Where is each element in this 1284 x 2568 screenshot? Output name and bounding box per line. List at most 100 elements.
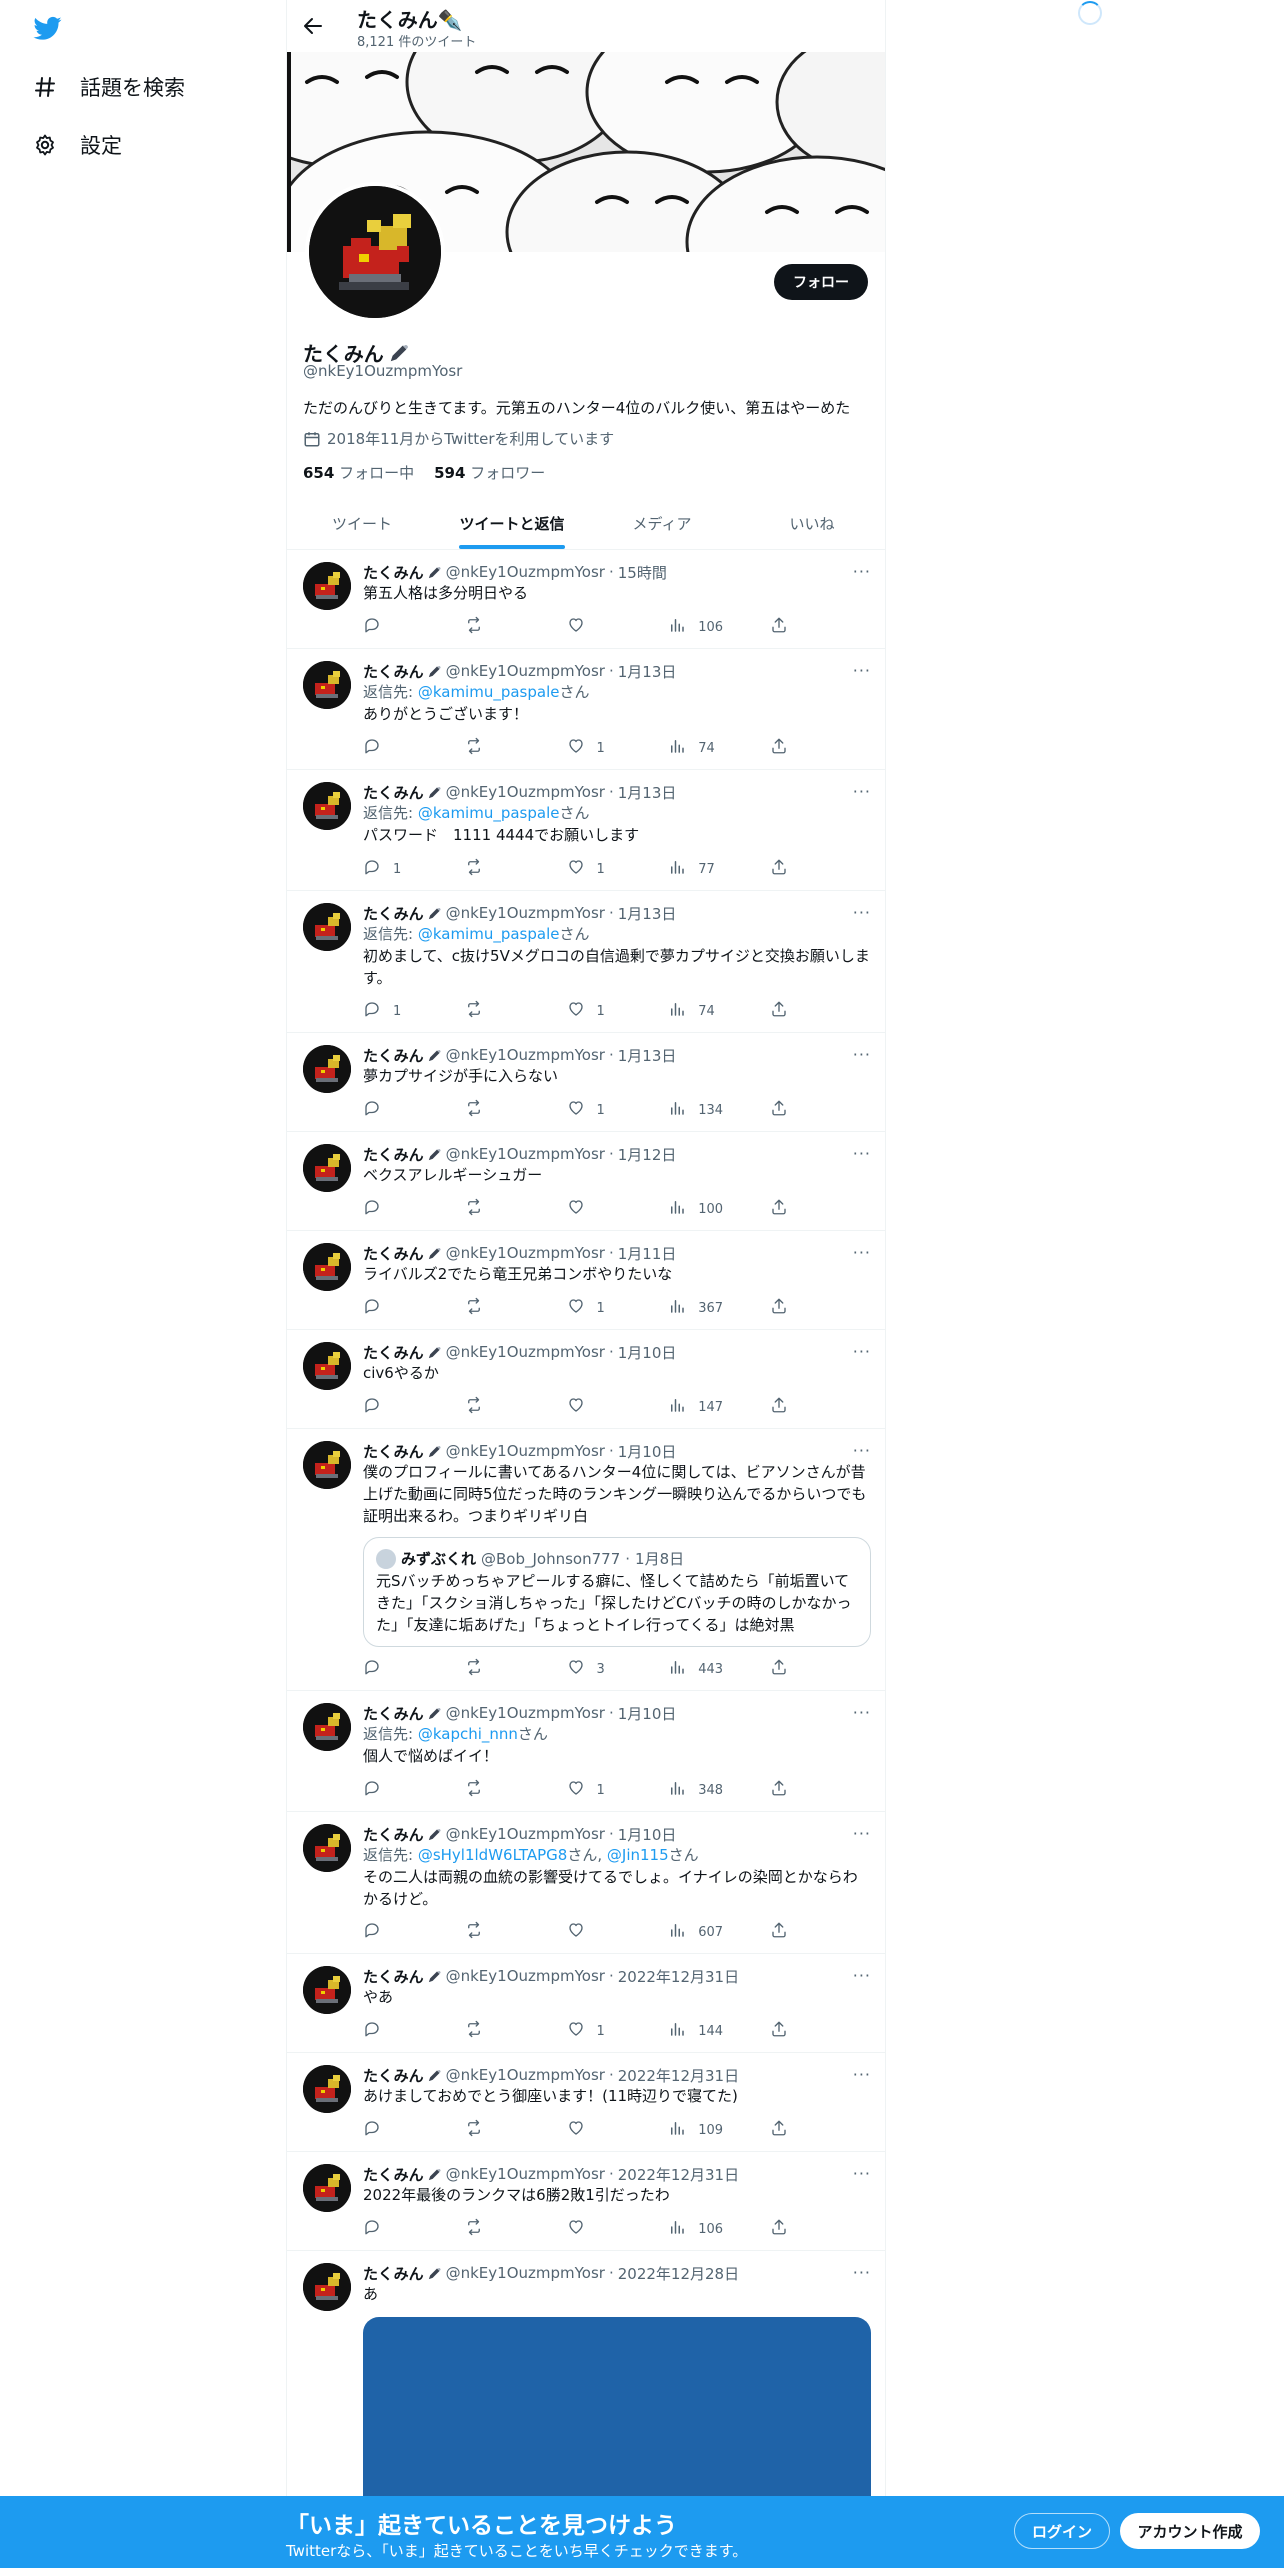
share-button[interactable] [770,738,788,758]
tab-media[interactable]: メディア [587,498,737,549]
tweet-avatar[interactable] [303,1966,351,2014]
retweet-button[interactable] [465,616,535,637]
nav-settings[interactable]: 設定 [32,130,122,160]
tweet-avatar[interactable] [303,1441,351,1489]
like-button[interactable] [567,2219,637,2239]
twitter-bird-icon[interactable] [32,14,64,42]
views-button[interactable]: 77 [668,859,738,879]
tweet-avatar[interactable] [303,1045,351,1093]
views-button[interactable]: 74 [668,738,738,758]
more-options-icon[interactable]: ··· [853,1703,871,1722]
tweet-author-handle[interactable]: @nkEy1OuzmpmYosr [446,904,605,922]
like-button[interactable] [567,2120,637,2140]
tweet-time[interactable]: 1月10日 [618,1703,677,1724]
reply-button[interactable]: 1 [363,1001,433,1021]
tweet-avatar[interactable] [303,2263,351,2311]
nav-explore[interactable]: 話題を検索 [32,72,185,102]
tweet-author-name[interactable]: たくみん [363,2065,424,2086]
tweet-time[interactable]: 1月10日 [618,1824,677,1845]
tweet-author-name[interactable]: たくみん [363,1144,424,1165]
reply-button[interactable] [363,738,433,758]
reply-button[interactable] [363,1298,433,1318]
like-button[interactable]: 1 [567,1780,637,1800]
quoted-tweet[interactable]: みずぶくれ @Bob_Johnson777 · 1月8日 元Sバッチめっちゃアピールする… [363,1537,871,1647]
tweet-author-name[interactable]: たくみん [363,1441,424,1462]
tweet-author-name[interactable]: たくみん [363,1243,424,1264]
tweet-time[interactable]: 1月13日 [618,661,677,682]
retweet-button[interactable] [465,858,535,879]
share-button[interactable] [770,1659,788,1679]
share-button[interactable] [770,2120,788,2140]
tweet[interactable]: たくみん @nkEy1OuzmpmYosr · 1月11日 ··· ライバルズ2でたら竜王… [287,1231,885,1330]
more-options-icon[interactable]: ··· [853,782,871,801]
more-options-icon[interactable]: ··· [853,1824,871,1843]
more-options-icon[interactable]: ··· [853,1243,871,1262]
reply-button[interactable] [363,2120,433,2140]
views-button[interactable]: 134 [668,1100,738,1120]
share-button[interactable] [770,1780,788,1800]
tweet[interactable]: たくみん @nkEy1OuzmpmYosr · 1月12日 ··· ベクスアレルギーシュガ… [287,1132,885,1231]
tweet-avatar[interactable] [303,661,351,709]
like-button[interactable]: 1 [567,859,637,879]
tweet-author-handle[interactable]: @nkEy1OuzmpmYosr [446,1967,605,1985]
views-button[interactable]: 367 [668,1298,738,1318]
tab-tweets[interactable]: ツイート [287,498,437,549]
tweet-author-name[interactable]: たくみん [363,903,424,924]
tweet-author-name[interactable]: たくみん [363,1824,424,1845]
retweet-button[interactable] [465,1297,535,1318]
reply-button[interactable] [363,1397,433,1417]
tweet[interactable]: たくみん @nkEy1OuzmpmYosr · 1月10日 ··· 返信先: @sHyl1… [287,1812,885,1954]
like-button[interactable] [567,617,637,637]
tweet-time[interactable]: 2022年12月31日 [618,2164,739,2185]
reply-mention[interactable]: @sHyl1ldW6LTAPG8 [418,1846,568,1864]
tab-likes[interactable]: いいね [737,498,885,549]
share-button[interactable] [770,1298,788,1318]
reply-button[interactable] [363,2219,433,2239]
tweet-author-handle[interactable]: @nkEy1OuzmpmYosr [446,1244,605,1262]
tweet-author-handle[interactable]: @nkEy1OuzmpmYosr [446,2264,605,2282]
retweet-button[interactable] [465,1921,535,1942]
more-options-icon[interactable]: ··· [853,1342,871,1361]
views-button[interactable]: 443 [668,1659,738,1679]
tweet-time[interactable]: 1月13日 [618,903,677,924]
reply-button[interactable] [363,1922,433,1942]
tweet-avatar[interactable] [303,1703,351,1751]
retweet-button[interactable] [465,1099,535,1120]
like-button[interactable]: 1 [567,1100,637,1120]
tweet-author-handle[interactable]: @nkEy1OuzmpmYosr [446,563,605,581]
tab-tweets-and-replies[interactable]: ツイートと返信 [437,498,587,549]
tweet-author-name[interactable]: たくみん [363,1045,424,1066]
like-button[interactable]: 1 [567,1001,637,1021]
like-button[interactable]: 1 [567,2021,637,2041]
retweet-button[interactable] [465,2119,535,2140]
share-button[interactable] [770,1397,788,1417]
retweet-button[interactable] [465,1000,535,1021]
views-button[interactable]: 109 [668,2120,738,2140]
profile-avatar[interactable] [305,182,445,322]
tweet-author-name[interactable]: たくみん [363,2164,424,2185]
views-button[interactable]: 348 [668,1780,738,1800]
tweet-author-handle[interactable]: @nkEy1OuzmpmYosr [446,783,605,801]
tweet[interactable]: たくみん @nkEy1OuzmpmYosr · 2022年12月31日 ··· あけまして… [287,2053,885,2152]
reply-button[interactable]: 1 [363,859,433,879]
reply-mention[interactable]: @kamimu_paspale [418,925,560,943]
views-button[interactable]: 607 [668,1922,738,1942]
tweet[interactable]: たくみん @nkEy1OuzmpmYosr · 2022年12月28日 ··· あ [287,2251,885,2547]
tweet-time[interactable]: 1月13日 [618,1045,677,1066]
tweet[interactable]: たくみん @nkEy1OuzmpmYosr · 1月10日 ··· 僕のプロフィールに書い… [287,1429,885,1691]
tweet-author-name[interactable]: たくみん [363,562,424,583]
tweet-author-handle[interactable]: @nkEy1OuzmpmYosr [446,1343,605,1361]
follow-button[interactable]: フォロー [774,264,868,300]
tweet-avatar[interactable] [303,562,351,610]
tweet[interactable]: たくみん @nkEy1OuzmpmYosr · 2022年12月31日 ··· やあ 1 14… [287,1954,885,2053]
views-button[interactable]: 106 [668,2219,738,2239]
tweet-author-handle[interactable]: @nkEy1OuzmpmYosr [446,1442,605,1460]
tweet-avatar[interactable] [303,782,351,830]
more-options-icon[interactable]: ··· [853,2065,871,2084]
tweet-time[interactable]: 2022年12月28日 [618,2263,739,2284]
share-button[interactable] [770,2219,788,2239]
like-button[interactable]: 1 [567,738,637,758]
tweet-avatar[interactable] [303,1243,351,1291]
tweet-time[interactable]: 1月12日 [618,1144,677,1165]
views-button[interactable]: 144 [668,2021,738,2041]
